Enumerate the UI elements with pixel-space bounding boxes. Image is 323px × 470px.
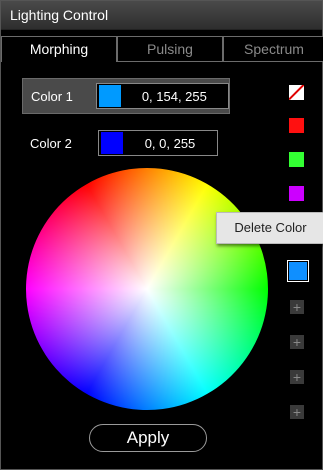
tab-bar: Morphing Pulsing Spectrum xyxy=(1,36,323,62)
add-color-slot-4-icon[interactable]: + xyxy=(290,405,304,419)
add-color-slot-3-icon[interactable]: + xyxy=(290,370,304,384)
color-1-row[interactable]: Color 1 0, 154, 255 xyxy=(22,78,230,114)
tab-spectrum[interactable]: Spectrum xyxy=(223,36,323,62)
apply-button[interactable]: Apply xyxy=(89,424,207,452)
add-color-slot-2-icon[interactable]: + xyxy=(290,335,304,349)
color-2-value: 0, 0, 255 xyxy=(144,135,196,151)
purple-swatch[interactable] xyxy=(289,186,304,201)
red-swatch[interactable] xyxy=(289,118,304,133)
tab-morphing[interactable]: Morphing xyxy=(1,36,117,62)
color-2-swatch xyxy=(101,132,123,154)
color-1-field[interactable]: 0, 154, 255 xyxy=(95,83,229,109)
green-swatch[interactable] xyxy=(289,152,304,167)
delete-color-menu-item[interactable]: Delete Color xyxy=(216,212,323,244)
tab-pulsing[interactable]: Pulsing xyxy=(117,36,223,62)
no-color-swatch[interactable] xyxy=(289,85,304,100)
color-1-swatch xyxy=(98,85,121,107)
tab-divider xyxy=(116,61,322,62)
window-title: Lighting Control xyxy=(1,1,322,30)
color-1-value: 0, 154, 255 xyxy=(141,88,207,104)
color-2-row[interactable]: Color 2 0, 0, 255 xyxy=(22,126,228,160)
selected-swatch[interactable] xyxy=(287,260,309,282)
color-1-label: Color 1 xyxy=(31,88,73,104)
add-color-slot-1-icon[interactable]: + xyxy=(290,300,304,314)
light-blue-swatch xyxy=(289,262,307,280)
color-2-label: Color 2 xyxy=(30,135,72,151)
color-2-field[interactable]: 0, 0, 255 xyxy=(98,130,218,156)
